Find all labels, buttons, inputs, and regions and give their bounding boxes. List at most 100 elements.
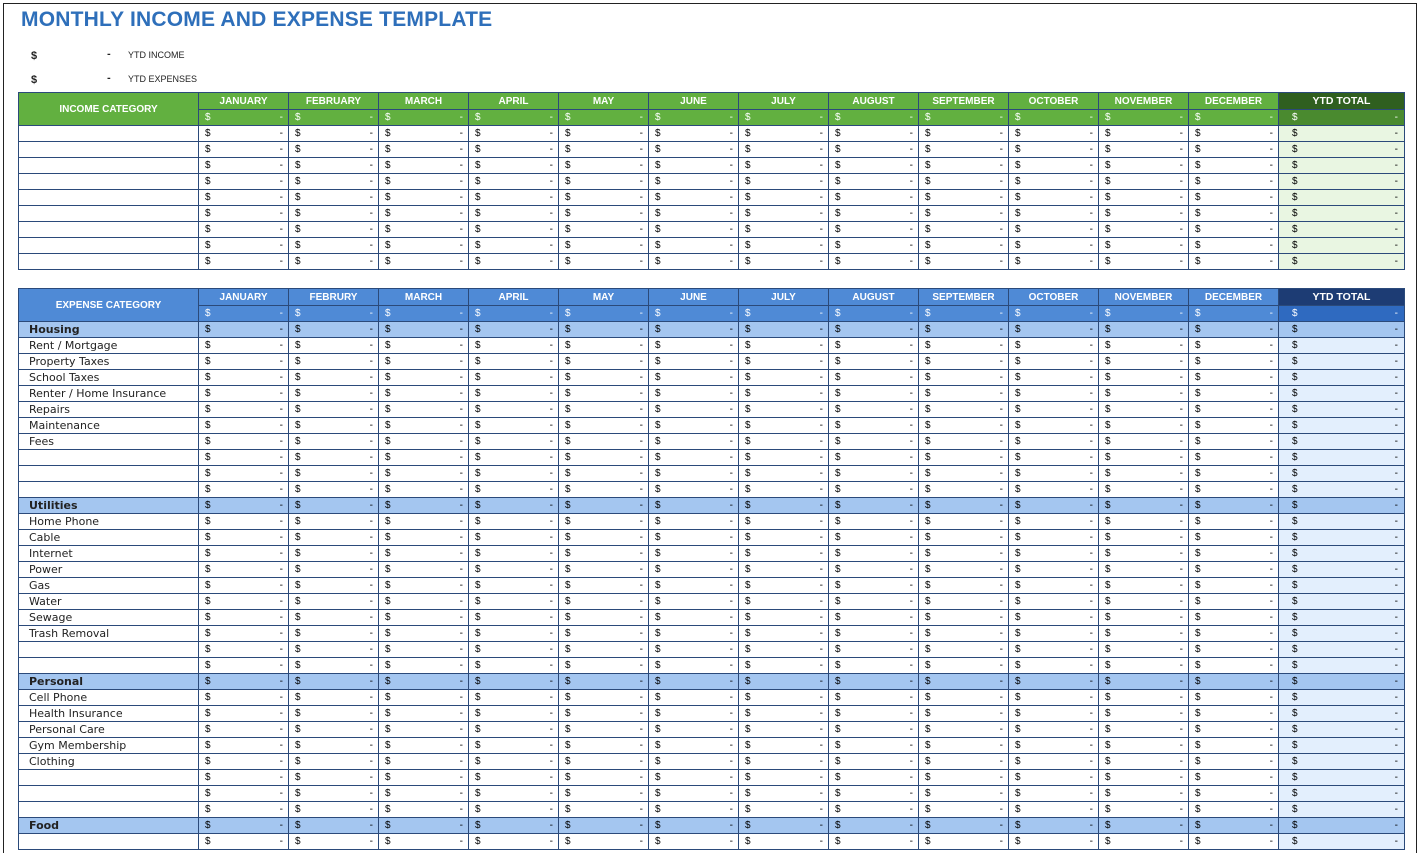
amount-cell[interactable]: $ - xyxy=(738,497,829,514)
amount-cell[interactable]: $ - xyxy=(288,689,379,706)
amount-cell[interactable]: $ - xyxy=(558,625,649,642)
amount-cell[interactable]: $ - xyxy=(738,385,829,402)
amount-cell[interactable]: $ - xyxy=(288,385,379,402)
amount-cell[interactable]: $ - xyxy=(558,529,649,546)
amount-cell[interactable]: $ - xyxy=(648,657,739,674)
amount-cell[interactable]: $ - xyxy=(918,173,1009,190)
amount-cell[interactable]: $ - xyxy=(1188,497,1279,514)
amount-cell[interactable]: $ - xyxy=(378,125,469,142)
amount-cell[interactable]: $ - xyxy=(918,253,1009,270)
row-label[interactable] xyxy=(18,785,199,802)
amount-cell[interactable]: $ - xyxy=(198,529,289,546)
amount-cell[interactable]: $ - xyxy=(198,737,289,754)
amount-cell[interactable]: $ - xyxy=(1188,417,1279,434)
amount-cell[interactable]: $ - xyxy=(1008,353,1099,370)
amount-cell[interactable]: $ - xyxy=(1188,641,1279,658)
amount-cell[interactable]: $ - xyxy=(1008,769,1099,786)
amount-cell[interactable]: $ - xyxy=(918,449,1009,466)
amount-cell[interactable]: $ - xyxy=(378,609,469,626)
amount-cell[interactable]: $ - xyxy=(648,189,739,206)
amount-cell[interactable]: $ - xyxy=(828,253,919,270)
amount-cell[interactable]: $ - xyxy=(1098,221,1189,238)
amount-cell[interactable]: $ - xyxy=(288,705,379,722)
amount-cell[interactable]: $ - xyxy=(1008,173,1099,190)
amount-cell[interactable]: $ - xyxy=(198,705,289,722)
amount-cell[interactable]: $ - xyxy=(558,385,649,402)
amount-cell[interactable]: $ - xyxy=(918,689,1009,706)
amount-cell[interactable]: $ - xyxy=(918,769,1009,786)
amount-cell[interactable]: $ - xyxy=(1008,513,1099,530)
amount-cell[interactable]: $ - xyxy=(558,753,649,770)
amount-cell[interactable]: $ - xyxy=(648,609,739,626)
amount-cell[interactable]: $ - xyxy=(1188,321,1279,338)
amount-cell[interactable]: $ - xyxy=(468,353,559,370)
amount-cell[interactable]: $ - xyxy=(558,401,649,418)
amount-cell[interactable]: $ - xyxy=(288,449,379,466)
row-label[interactable]: Power xyxy=(18,561,199,578)
amount-cell[interactable]: $ - xyxy=(828,561,919,578)
amount-cell[interactable]: $ - xyxy=(558,481,649,498)
amount-cell[interactable]: $ - xyxy=(558,641,649,658)
amount-cell[interactable]: $ - xyxy=(738,141,829,158)
amount-cell[interactable]: $ - xyxy=(828,593,919,610)
amount-cell[interactable]: $ - xyxy=(558,577,649,594)
amount-cell[interactable]: $ - xyxy=(828,641,919,658)
amount-cell[interactable]: $ - xyxy=(828,801,919,818)
amount-cell[interactable]: $ - xyxy=(288,125,379,142)
amount-cell[interactable]: $ - xyxy=(378,513,469,530)
amount-cell[interactable]: $ - xyxy=(918,737,1009,754)
amount-cell[interactable]: $ - xyxy=(288,737,379,754)
amount-cell[interactable]: $ - xyxy=(468,385,559,402)
amount-cell[interactable]: $ - xyxy=(198,433,289,450)
amount-cell[interactable]: $ - xyxy=(738,769,829,786)
amount-cell[interactable]: $ - xyxy=(1008,465,1099,482)
amount-cell[interactable]: $ - xyxy=(918,189,1009,206)
amount-cell[interactable]: $ - xyxy=(558,125,649,142)
amount-cell[interactable]: $ - xyxy=(1098,401,1189,418)
amount-cell[interactable]: $ - xyxy=(1098,833,1189,850)
amount-cell[interactable]: $ - xyxy=(1008,369,1099,386)
amount-cell[interactable]: $ - xyxy=(378,673,469,690)
amount-cell[interactable]: $ - xyxy=(648,721,739,738)
amount-cell[interactable]: $ - xyxy=(648,593,739,610)
amount-cell[interactable]: $ - xyxy=(828,433,919,450)
amount-cell[interactable]: $ - xyxy=(468,321,559,338)
amount-cell[interactable]: $ - xyxy=(1098,125,1189,142)
amount-cell[interactable]: $ - xyxy=(468,609,559,626)
amount-cell[interactable]: $ - xyxy=(378,205,469,222)
amount-cell[interactable]: $ - xyxy=(1098,337,1189,354)
row-label[interactable] xyxy=(18,189,199,206)
row-label[interactable] xyxy=(18,657,199,674)
row-label[interactable]: Sewage xyxy=(18,609,199,626)
amount-cell[interactable]: $ - xyxy=(198,657,289,674)
amount-cell[interactable]: $ - xyxy=(378,253,469,270)
amount-cell[interactable]: $ - xyxy=(288,205,379,222)
amount-cell[interactable]: $ - xyxy=(558,817,649,834)
row-label[interactable] xyxy=(18,833,199,850)
amount-cell[interactable]: $ - xyxy=(738,721,829,738)
amount-cell[interactable]: $ - xyxy=(198,513,289,530)
amount-cell[interactable]: $ - xyxy=(378,545,469,562)
amount-cell[interactable]: $ - xyxy=(738,125,829,142)
amount-cell[interactable]: $ - xyxy=(378,497,469,514)
amount-cell[interactable]: $ - xyxy=(648,417,739,434)
amount-cell[interactable]: $ - xyxy=(288,513,379,530)
amount-cell[interactable]: $ - xyxy=(378,689,469,706)
row-label[interactable]: Cable xyxy=(18,529,199,546)
amount-cell[interactable]: $ - xyxy=(378,737,469,754)
amount-cell[interactable]: $ - xyxy=(198,401,289,418)
amount-cell[interactable]: $ - xyxy=(738,737,829,754)
amount-cell[interactable]: $ - xyxy=(828,221,919,238)
amount-cell[interactable]: $ - xyxy=(468,737,559,754)
amount-cell[interactable]: $ - xyxy=(1188,369,1279,386)
amount-cell[interactable]: $ - xyxy=(648,577,739,594)
amount-cell[interactable]: $ - xyxy=(648,369,739,386)
amount-cell[interactable]: $ - xyxy=(1008,641,1099,658)
amount-cell[interactable]: $ - xyxy=(738,513,829,530)
amount-cell[interactable]: $ - xyxy=(648,353,739,370)
amount-cell[interactable]: $ - xyxy=(468,337,559,354)
amount-cell[interactable]: $ - xyxy=(1008,593,1099,610)
amount-cell[interactable]: $ - xyxy=(378,401,469,418)
amount-cell[interactable]: $ - xyxy=(1098,497,1189,514)
amount-cell[interactable]: $ - xyxy=(288,253,379,270)
